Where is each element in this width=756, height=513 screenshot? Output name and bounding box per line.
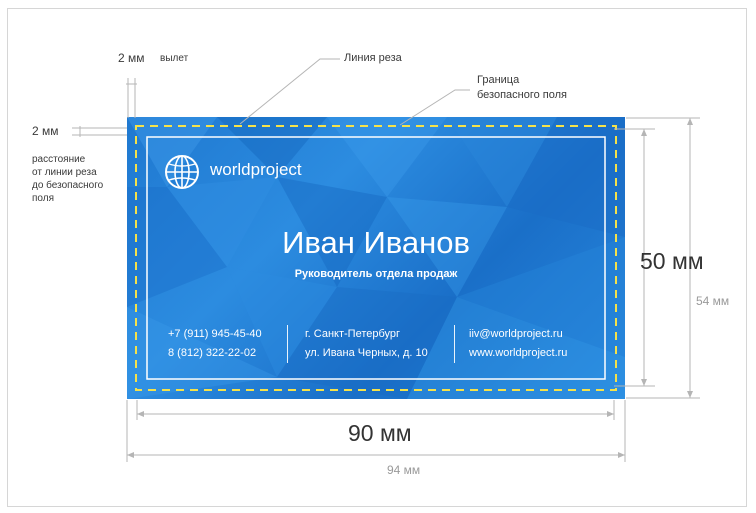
full-height-label: 54 мм	[696, 294, 730, 308]
safe-distance-desc-1: расстояние	[32, 154, 86, 165]
bleed-value-label: 2 мм	[118, 51, 145, 65]
trim-width-label: 90 мм	[348, 420, 412, 446]
safe-distance-desc-2: от линии реза	[32, 167, 97, 178]
safe-border-label-1: Граница	[477, 74, 520, 86]
trim-height-label: 50 мм	[640, 248, 704, 274]
full-width-label: 94 мм	[387, 463, 421, 477]
cut-line-label: Линия реза	[344, 52, 402, 64]
bleed-label: вылет	[160, 53, 189, 64]
safe-border-label-2: безопасного поля	[477, 89, 568, 101]
safe-distance-value: 2 мм	[32, 124, 59, 138]
safe-distance-desc-4: поля	[32, 193, 55, 204]
safe-distance-desc-3: до безопасного	[32, 180, 104, 191]
